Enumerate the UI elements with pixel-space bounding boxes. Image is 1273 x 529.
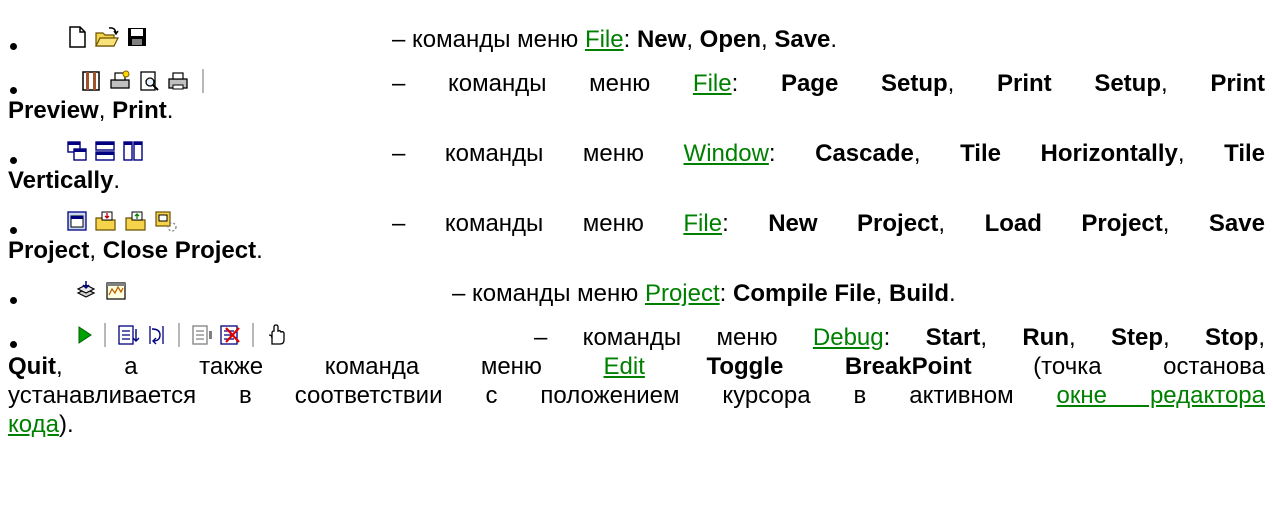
run-icon bbox=[116, 323, 140, 347]
description-continuation: Project, Close Project. bbox=[8, 237, 263, 264]
icon-group bbox=[66, 136, 144, 166]
command-run: Run bbox=[1022, 324, 1069, 351]
toolbar-separator bbox=[252, 323, 254, 347]
save-disk-icon bbox=[126, 25, 148, 49]
command-build: Build bbox=[889, 280, 950, 307]
link-code-editor-window-cont[interactable]: кода bbox=[8, 411, 59, 438]
menu-link-file[interactable]: File bbox=[585, 26, 624, 53]
menu-link-file[interactable]: File bbox=[693, 70, 732, 97]
icon-group bbox=[80, 66, 210, 96]
print-icon bbox=[166, 69, 190, 93]
command-save-project-part1: Save bbox=[1208, 210, 1265, 237]
command-new: New bbox=[636, 26, 687, 53]
command-save-project-part2: Project bbox=[8, 237, 90, 264]
description-continuation: кода). bbox=[8, 411, 74, 438]
icon-group bbox=[66, 22, 148, 52]
build-icon bbox=[104, 279, 128, 303]
menu-link-project[interactable]: Project bbox=[645, 280, 720, 307]
command-stop: Stop bbox=[1205, 324, 1259, 351]
bullet bbox=[10, 297, 17, 304]
tile-vertically-icon bbox=[122, 139, 144, 163]
start-icon bbox=[74, 323, 94, 347]
command-tile-horizontally: Tile Horizontally bbox=[960, 140, 1178, 167]
description: – команды меню File: New Project, Load P… bbox=[392, 210, 1265, 237]
compile-file-icon bbox=[74, 279, 98, 303]
command-toggle-breakpoint: Toggle BreakPoint bbox=[706, 353, 972, 380]
description: – команды меню Window: Cascade, Tile Hor… bbox=[392, 140, 1266, 167]
command-print-preview-part2: Preview bbox=[8, 97, 99, 124]
list-item: – команды меню File: New, Open, Save. bbox=[8, 22, 1265, 58]
save-project-icon bbox=[124, 209, 148, 233]
toolbar-separator bbox=[202, 69, 204, 93]
command-tile-vertically-part2: Vertically bbox=[8, 167, 114, 194]
step-icon bbox=[144, 323, 168, 347]
list-item: – команды меню File: New Project, Load P… bbox=[8, 206, 1265, 270]
bullet bbox=[10, 43, 17, 50]
link-code-editor-window[interactable]: окне редактора bbox=[1057, 382, 1265, 409]
description-continuation: Preview, Print. bbox=[8, 97, 174, 124]
command-tile-vertically-part1: Tile bbox=[1224, 140, 1266, 167]
list-item: – команды меню Window: Cascade, Tile Hor… bbox=[8, 136, 1265, 200]
bullet bbox=[10, 87, 17, 94]
stop-icon bbox=[190, 323, 214, 347]
command-page-setup: Page Setup bbox=[780, 70, 948, 97]
description-continuation: Vertically. bbox=[8, 167, 121, 194]
print-setup-icon bbox=[108, 69, 132, 93]
command-load-project: Load Project bbox=[984, 210, 1163, 237]
command-print-preview-part1: Print bbox=[1210, 70, 1265, 97]
menu-link-edit[interactable]: Edit bbox=[604, 353, 645, 380]
toggle-breakpoint-icon bbox=[264, 323, 288, 347]
quit-icon bbox=[218, 323, 242, 347]
toolbar-separator bbox=[178, 323, 180, 347]
bullet bbox=[10, 227, 17, 234]
new-file-icon bbox=[66, 25, 88, 49]
list-item: – команды меню Debug: Start, Run, Step, … bbox=[8, 320, 1265, 440]
command-open: Open bbox=[699, 26, 761, 53]
command-step: Step bbox=[1110, 324, 1163, 351]
bullet bbox=[10, 157, 17, 164]
command-quit: Quit bbox=[8, 353, 56, 380]
print-preview-icon bbox=[138, 69, 160, 93]
command-compile-file: Compile File bbox=[732, 280, 876, 307]
close-project-icon bbox=[154, 209, 178, 233]
list-item: – команды меню Project: Compile File, Bu… bbox=[8, 276, 1265, 316]
cascade-icon bbox=[66, 139, 88, 163]
description-continuation: устанавливается в соответствии с положен… bbox=[8, 382, 1265, 409]
command-start: Start bbox=[925, 324, 981, 351]
command-close-project: Close Project bbox=[102, 237, 257, 264]
menu-link-debug[interactable]: Debug bbox=[813, 324, 884, 351]
list-item: – команды меню File: Page Setup, Print S… bbox=[8, 66, 1265, 130]
bullet bbox=[10, 341, 17, 348]
command-cascade: Cascade bbox=[815, 140, 914, 167]
load-project-icon bbox=[94, 209, 118, 233]
icon-group bbox=[74, 320, 288, 350]
description-continuation: Quit, а также команда меню Edit Toggle B… bbox=[8, 353, 1266, 380]
menu-link-file[interactable]: File bbox=[683, 210, 722, 237]
description: – команды меню Project: Compile File, Bu… bbox=[452, 280, 956, 307]
open-folder-icon bbox=[94, 25, 120, 49]
description: – команды меню Debug: Start, Run, Step, … bbox=[534, 324, 1265, 351]
command-print: Print bbox=[112, 97, 167, 124]
tile-horizontally-icon bbox=[94, 139, 116, 163]
document: – команды меню File: New, Open, Save. – … bbox=[0, 0, 1273, 529]
menu-link-window[interactable]: Window bbox=[684, 140, 769, 167]
toolbar-separator bbox=[104, 323, 106, 347]
command-new-project: New Project bbox=[768, 210, 939, 237]
new-project-icon bbox=[66, 209, 88, 233]
page-setup-icon bbox=[80, 69, 102, 93]
description: – команды меню File: New, Open, Save. bbox=[392, 26, 838, 53]
command-save: Save bbox=[774, 26, 831, 53]
icon-group bbox=[74, 276, 128, 306]
command-print-setup: Print Setup bbox=[996, 70, 1161, 97]
icon-group bbox=[66, 206, 178, 236]
description: – команды меню File: Page Setup, Print S… bbox=[392, 70, 1265, 97]
